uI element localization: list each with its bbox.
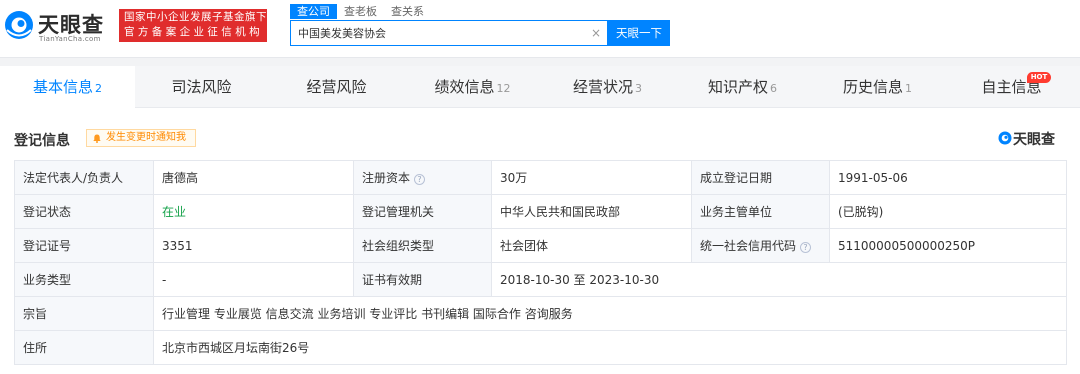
tab-count: 12: [496, 82, 511, 95]
supervisor-label: 业务主管单位: [691, 194, 830, 229]
tab-count: 1: [905, 82, 912, 95]
est-date-label: 成立登记日期: [691, 160, 830, 195]
tab-label: 历史信息: [842, 78, 903, 96]
authority-value: 中华人民共和国民政部: [491, 194, 692, 229]
question-icon[interactable]: ?: [800, 242, 812, 253]
reg-capital-key: 注册资本?: [353, 160, 492, 195]
credit-code-key: 统一社会信用代码?: [691, 228, 830, 263]
table-row: 宗旨 行业管理 专业展览 信息交流 业务培训 专业评比 书刊编辑 国际合作 咨询…: [14, 296, 1067, 331]
tab-label: 基本信息: [32, 78, 93, 96]
hot-badge: HOT: [1027, 72, 1051, 83]
bell-icon: [93, 134, 101, 143]
tab-label: 绩效信息: [434, 78, 495, 96]
tab-performance-info[interactable]: 绩效信息 12: [405, 66, 540, 108]
tianyancha-logo-icon: [998, 131, 1012, 145]
search-input[interactable]: [291, 21, 586, 45]
notify-change-button[interactable]: 发生变更时通知我: [86, 129, 196, 147]
biz-type-value: -: [153, 262, 354, 297]
purpose-value: 行业管理 专业展览 信息交流 业务培训 专业评比 书刊编辑 国际合作 咨询服务: [153, 296, 1067, 331]
search-tab-company[interactable]: 查公司: [290, 4, 337, 19]
table-row: 法定代表人/负责人 唐德高 注册资本? 30万 成立登记日期 1991-05-0…: [14, 160, 1067, 195]
credit-code-value: 51100000500000250P: [829, 228, 1067, 263]
question-icon[interactable]: ?: [414, 174, 426, 185]
company-detail-card: 基本信息 2 司法风险 经营风险 绩效信息 12 经营状况 3 知识产权 6 历史信息 1…: [0, 66, 1080, 374]
tab-label: 司法风险: [171, 78, 232, 96]
credit-code-label: 统一社会信用代码: [700, 239, 797, 253]
table-row: 业务类型 - 证书有效期 2018-10-30 至 2023-10-30: [14, 262, 1067, 297]
badge-line-1: 国家中小企业发展子基金旗下: [124, 11, 267, 23]
search-box: ×: [290, 20, 608, 46]
legal-rep-label: 法定代表人/负责人: [14, 160, 154, 195]
registration-table: 法定代表人/负责人 唐德高 注册资本? 30万 成立登记日期 1991-05-0…: [14, 160, 1067, 365]
table-row: 登记证号 3351 社会组织类型 社会团体 统一社会信用代码? 51100000…: [14, 228, 1067, 263]
tab-self-info[interactable]: 自主信息: [945, 66, 1080, 108]
tab-business-risk[interactable]: 经营风险: [270, 66, 405, 108]
purpose-label: 宗旨: [14, 296, 154, 331]
address-label: 住所: [14, 330, 154, 365]
supervisor-value: (已脱钩): [829, 194, 1067, 229]
badge-line-2: 官方备案企业征信机构: [124, 26, 263, 38]
org-type-value: 社会团体: [491, 228, 692, 263]
notify-label: 发生变更时通知我: [106, 132, 186, 143]
validity-value: 2018-10-30 至 2023-10-30: [491, 262, 1067, 297]
legal-rep-value[interactable]: 唐德高: [153, 160, 354, 195]
search-type-tabs: 查公司 查老板 查关系: [290, 4, 431, 19]
search-button[interactable]: 天眼一下: [608, 20, 670, 46]
validity-label: 证书有效期: [353, 262, 492, 297]
reg-capital-value: 30万: [491, 160, 692, 195]
tab-history-info[interactable]: 历史信息 1: [810, 66, 945, 108]
table-row: 住所 北京市西城区月坛南街26号: [14, 330, 1067, 365]
est-date-value: 1991-05-06: [829, 160, 1067, 195]
tab-count: 2: [95, 82, 102, 95]
org-type-label: 社会组织类型: [353, 228, 492, 263]
logo-subtitle: TianYanCha.com: [39, 35, 101, 43]
reg-capital-label: 注册资本: [362, 171, 411, 185]
tab-count: 3: [635, 82, 642, 95]
site-logo[interactable]: 天眼查 TianYanCha.com: [4, 6, 112, 46]
tab-label: 知识产权: [707, 78, 768, 96]
official-badge: 国家中小企业发展子基金旗下 官方备案企业征信机构: [119, 9, 267, 42]
search-tab-boss[interactable]: 查老板: [337, 4, 384, 19]
table-row: 登记状态 在业 登记管理机关 中华人民共和国民政部 业务主管单位 (已脱钩): [14, 194, 1067, 229]
top-header: 天眼查 TianYanCha.com 国家中小企业发展子基金旗下 官方备案企业征…: [0, 0, 1080, 58]
tab-intellectual-property[interactable]: 知识产权 6: [675, 66, 810, 108]
status-label: 登记状态: [14, 194, 154, 229]
tab-judicial-risk[interactable]: 司法风险: [135, 66, 270, 108]
tab-label: 经营状况: [572, 78, 633, 96]
tab-label: 经营风险: [306, 78, 367, 96]
biz-type-label: 业务类型: [14, 262, 154, 297]
tab-basic-info[interactable]: 基本信息 2: [0, 66, 135, 108]
detail-tabs: 基本信息 2 司法风险 经营风险 绩效信息 12 经营状况 3 知识产权 6 历史信息 1…: [0, 66, 1080, 108]
tianyancha-logo-icon: [5, 11, 33, 39]
status-value: 在业: [153, 194, 354, 229]
cert-no-label: 登记证号: [14, 228, 154, 263]
clear-icon[interactable]: ×: [591, 25, 601, 41]
search-tab-relation[interactable]: 查关系: [384, 4, 431, 19]
address-value: 北京市西城区月坛南街26号: [153, 330, 1067, 365]
authority-label: 登记管理机关: [353, 194, 492, 229]
section-title: 登记信息: [14, 133, 70, 149]
tab-operation-status[interactable]: 经营状况 3: [540, 66, 675, 108]
tab-count: 6: [770, 82, 777, 95]
brand-label: 天眼查: [1013, 132, 1055, 148]
cert-no-value: 3351: [153, 228, 354, 263]
